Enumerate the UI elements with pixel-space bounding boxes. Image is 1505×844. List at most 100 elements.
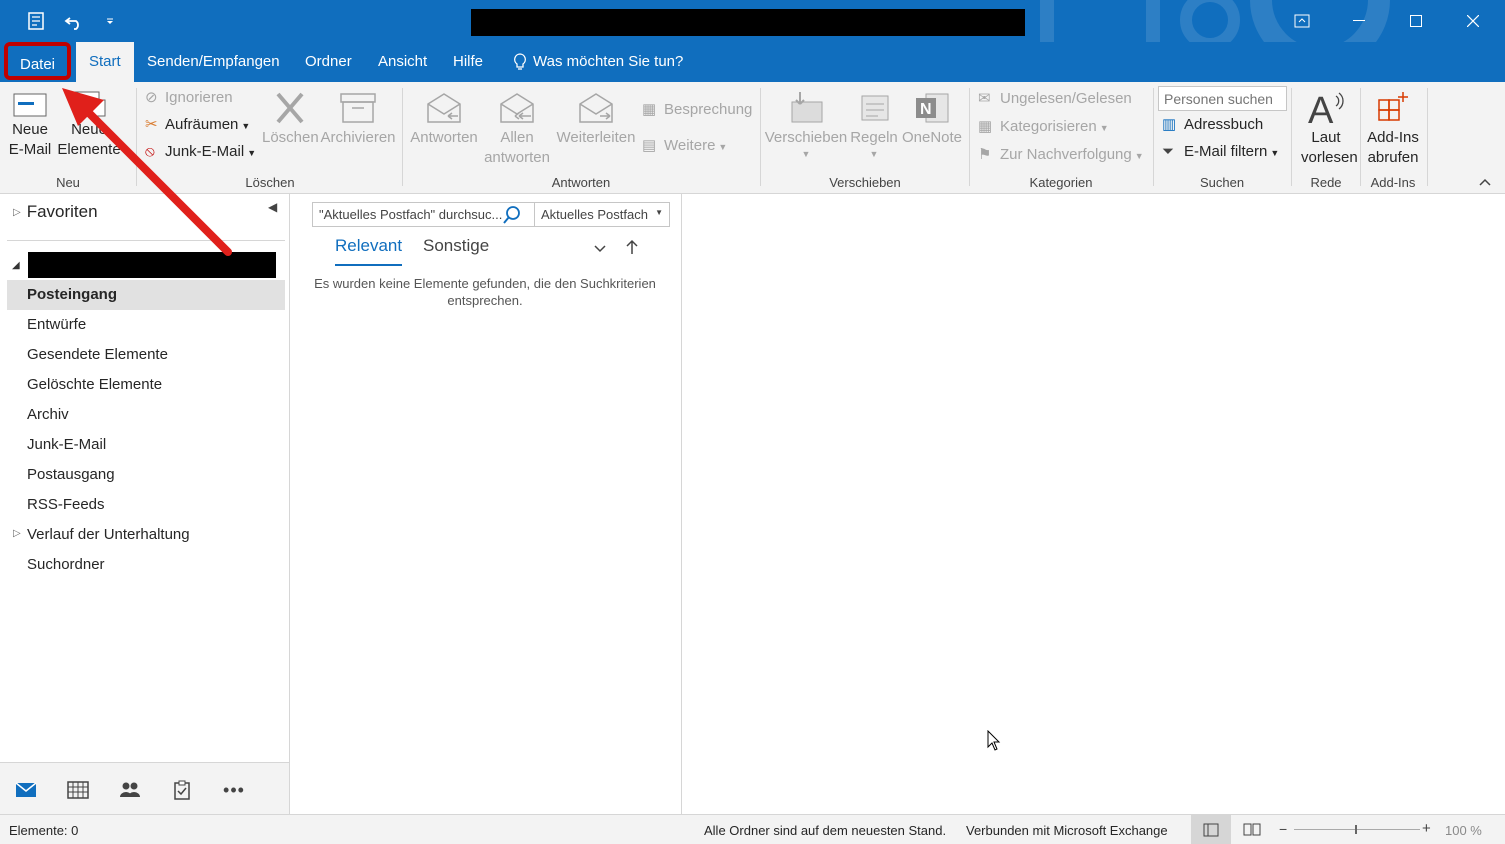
onenote-button[interactable]: N OneNote (900, 90, 964, 148)
ignore-icon: ⊘ (145, 89, 158, 106)
people-icon[interactable] (117, 777, 143, 803)
group-label-neu: Neu (56, 175, 80, 190)
search-scope-dropdown[interactable]: Aktuelles Postfach ▼ (534, 202, 670, 227)
folder-posteingang[interactable]: Posteingang (7, 280, 285, 310)
categorize-button[interactable]: ▦ Kategorisieren ▼ (978, 117, 1109, 138)
group-label-antworten: Antworten (551, 175, 611, 190)
tab-relevant[interactable]: Relevant (335, 236, 403, 266)
folder-rss-feeds[interactable]: RSS-Feeds (7, 490, 285, 520)
delete-button[interactable]: Löschen (262, 90, 319, 148)
background-decoration (1040, 0, 1160, 42)
search-scope-value: Aktuelles Postfach (541, 207, 648, 222)
zoom-in-icon[interactable]: + (1422, 820, 1431, 837)
normal-view-icon[interactable] (1191, 815, 1231, 844)
tab-sonstige[interactable]: Sonstige (423, 236, 489, 266)
folder-suchordner[interactable]: Suchordner (7, 550, 285, 580)
forward-icon (579, 93, 613, 123)
meeting-button[interactable]: ▦ Besprechung (642, 100, 752, 120)
send-receive-all-icon[interactable] (23, 8, 49, 34)
get-addins-button[interactable]: Add-Ins abrufen (1362, 90, 1424, 168)
reply-all-icon (500, 93, 534, 123)
tab-ansicht[interactable]: Ansicht (365, 42, 440, 82)
minimize-icon[interactable] (1331, 0, 1387, 42)
move-button[interactable]: Verschieben ▼ (764, 90, 848, 160)
zoom-slider-thumb[interactable] (1355, 825, 1357, 834)
sort-arrow-up-icon[interactable] (626, 239, 638, 258)
chevron-down-icon: ▼ (1099, 123, 1109, 133)
new-items-label: Neue Elemente (57, 121, 121, 158)
reply-label: Antworten (410, 129, 478, 146)
tasks-icon[interactable] (169, 777, 195, 803)
reply-all-button[interactable]: Allen antworten (478, 90, 556, 168)
tab-start[interactable]: Start (76, 42, 134, 82)
new-items-button[interactable]: Neue Elemente (56, 90, 122, 160)
zoom-level: 100 % (1445, 823, 1482, 838)
ribbon-display-options-icon[interactable] (1274, 0, 1330, 42)
folder-pane: ▷ Favoriten ◀ ◢ Posteingang Entwürfe Ges… (0, 194, 290, 814)
filter-email-button[interactable]: ⏷ E-Mail filtern ▼ (1162, 142, 1279, 163)
chevron-down-icon: ▼ (1270, 148, 1280, 158)
svg-text:A: A (1308, 90, 1334, 126)
tab-datei[interactable]: Datei (4, 42, 72, 80)
address-book-button[interactable]: ▥ Adressbuch (1162, 115, 1263, 135)
forward-button[interactable]: Weiterleiten (554, 90, 638, 148)
zoom-slider[interactable] (1294, 829, 1420, 830)
cleanup-icon: ✂ (145, 116, 158, 133)
folder-gesendete-elemente[interactable]: Gesendete Elemente (7, 340, 285, 370)
group-separator (969, 88, 970, 186)
more-respond-button[interactable]: ▤ Weitere ▼ (642, 136, 727, 157)
zoom-out-icon[interactable]: − (1279, 821, 1287, 837)
read-aloud-button[interactable]: A Laut vorlesen (1294, 90, 1358, 168)
reply-button[interactable]: Antworten (408, 90, 480, 148)
collapse-account-icon[interactable]: ◢ (12, 260, 20, 271)
reading-view-icon[interactable] (1243, 822, 1261, 839)
cleanup-button[interactable]: ✂ Aufräumen ▼ (145, 115, 250, 136)
meeting-label: Besprechung (664, 101, 753, 118)
chevron-down-icon: ▼ (655, 208, 663, 217)
get-addins-label: Add-Ins abrufen (1367, 129, 1419, 166)
group-separator (760, 88, 761, 186)
chevron-down-icon: ▼ (869, 149, 879, 159)
collapse-ribbon-icon[interactable] (1478, 174, 1494, 190)
tab-ordner[interactable]: Ordner (292, 42, 365, 82)
tell-me-search[interactable]: Was möchten Sie tun? (500, 42, 696, 82)
calendar-icon[interactable] (65, 777, 91, 803)
archive-button[interactable]: Archivieren (320, 90, 396, 148)
maximize-icon[interactable] (1388, 0, 1444, 42)
junk-email-button[interactable]: ⦸ Junk-E-Mail ▼ (145, 142, 256, 163)
search-icon[interactable] (502, 205, 522, 228)
junk-icon: ⦸ (145, 143, 155, 160)
divider (7, 240, 285, 241)
folder-postausgang[interactable]: Postausgang (7, 460, 285, 490)
follow-up-button[interactable]: ⚑ Zur Nachverfolgung ▼ (978, 145, 1144, 166)
folder-archiv[interactable]: Archiv (7, 400, 285, 430)
folder-junk-email[interactable]: Junk-E-Mail (7, 430, 285, 460)
item-count: Elemente: 0 (9, 823, 79, 838)
favorites-header[interactable]: ▷ Favoriten (13, 202, 98, 222)
customize-toolbar-icon[interactable] (97, 8, 123, 34)
collapse-pane-icon[interactable]: ◀ (268, 200, 277, 214)
ignore-button[interactable]: ⊘ Ignorieren (145, 88, 233, 108)
filter-chevron-down-icon[interactable] (593, 241, 607, 257)
read-aloud-label: Laut vorlesen (1301, 129, 1358, 166)
more-respond-label: Weitere (664, 137, 716, 154)
rules-icon (861, 95, 889, 121)
new-email-icon (13, 93, 47, 117)
delete-label: Löschen (262, 129, 319, 146)
undo-icon[interactable] (61, 8, 87, 34)
read-aloud-icon: A (1308, 90, 1344, 126)
more-apps-icon[interactable]: ••• (221, 777, 247, 803)
mail-icon[interactable] (13, 777, 39, 803)
people-search-input[interactable] (1158, 86, 1287, 111)
folder-verlauf-der-unterhaltung[interactable]: Verlauf der Unterhaltung (7, 520, 285, 550)
folder-geloeschte-elemente[interactable]: Gelöschte Elemente (7, 370, 285, 400)
new-email-button[interactable]: Neue E-Mail (4, 90, 56, 160)
rules-button[interactable]: Regeln ▼ (848, 90, 900, 160)
group-separator (136, 88, 137, 186)
unread-read-button[interactable]: ✉ Ungelesen/Gelesen (978, 89, 1132, 109)
folder-entwuerfe[interactable]: Entwürfe (7, 310, 285, 340)
empty-list-message: Es wurden keine Elemente gefunden, die d… (314, 276, 656, 308)
tab-senden-empfangen[interactable]: Senden/Empfangen (134, 42, 293, 82)
tab-hilfe[interactable]: Hilfe (440, 42, 496, 82)
close-icon[interactable] (1445, 0, 1501, 42)
